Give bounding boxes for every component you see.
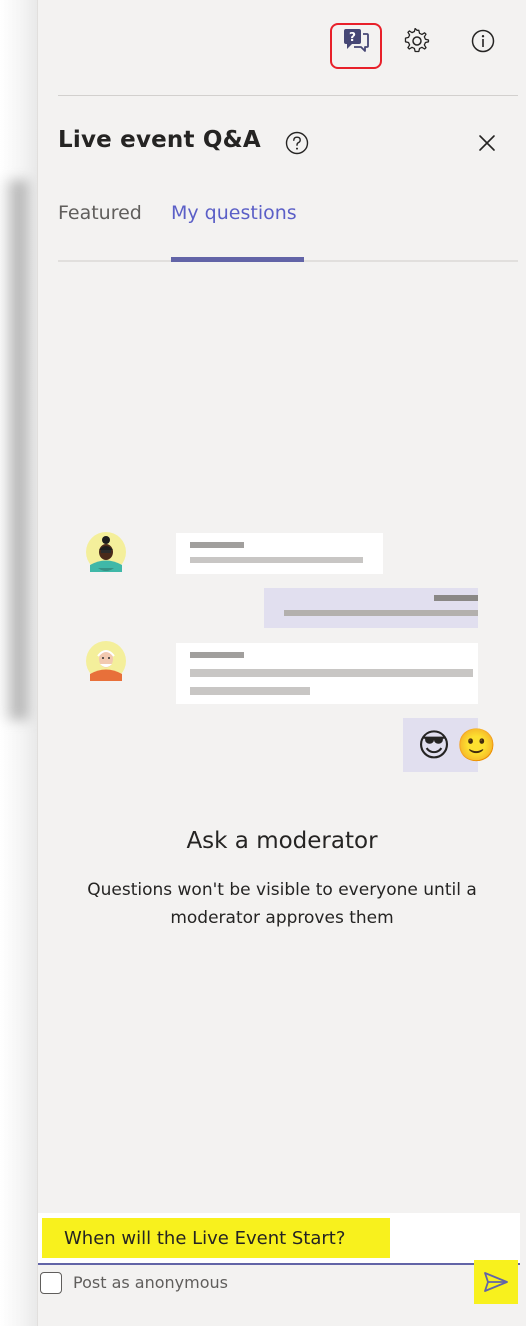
info-icon[interactable] — [466, 24, 500, 58]
empty-state-title: Ask a moderator — [186, 828, 378, 854]
send-icon — [484, 1272, 508, 1292]
avatar-woman — [86, 532, 126, 572]
empty-state-illustration: 😎 🙂 — [78, 528, 509, 778]
tab-featured[interactable]: Featured — [58, 202, 142, 224]
svg-text:?: ? — [349, 30, 356, 44]
sunglasses-emoji: 😎 — [417, 726, 451, 764]
panel-toolbar: ? — [38, 18, 526, 69]
question-input[interactable] — [42, 1218, 390, 1258]
close-icon[interactable] — [474, 130, 500, 156]
empty-state-subtitle: Questions won't be visible to everyone u… — [87, 880, 477, 928]
send-button[interactable] — [474, 1260, 518, 1304]
smile-emoji: 🙂 — [456, 726, 497, 764]
toolbar-divider — [58, 95, 518, 96]
composer-footer: Post as anonymous — [38, 1260, 520, 1316]
avatar-man — [86, 641, 126, 681]
background-window — [0, 0, 37, 1326]
qa-chat-icon[interactable]: ? — [339, 24, 373, 58]
question-circle-icon[interactable] — [284, 130, 310, 156]
gear-icon[interactable] — [400, 24, 434, 58]
tab-bar: Featured My questions — [58, 196, 518, 262]
qa-panel: ? Live event Q&A Featured My questions 😎… — [37, 0, 526, 1326]
panel-header: Live event Q&A — [58, 124, 506, 164]
active-tab-indicator — [171, 257, 304, 262]
emoji-reaction: 😎 🙂 — [411, 725, 503, 765]
anonymous-label: Post as anonymous — [73, 1273, 228, 1292]
panel-title: Live event Q&A — [58, 127, 261, 153]
question-composer — [38, 1213, 520, 1265]
blurred-content — [0, 180, 34, 720]
tab-my-questions[interactable]: My questions — [171, 202, 297, 224]
anonymous-checkbox[interactable] — [40, 1272, 62, 1294]
